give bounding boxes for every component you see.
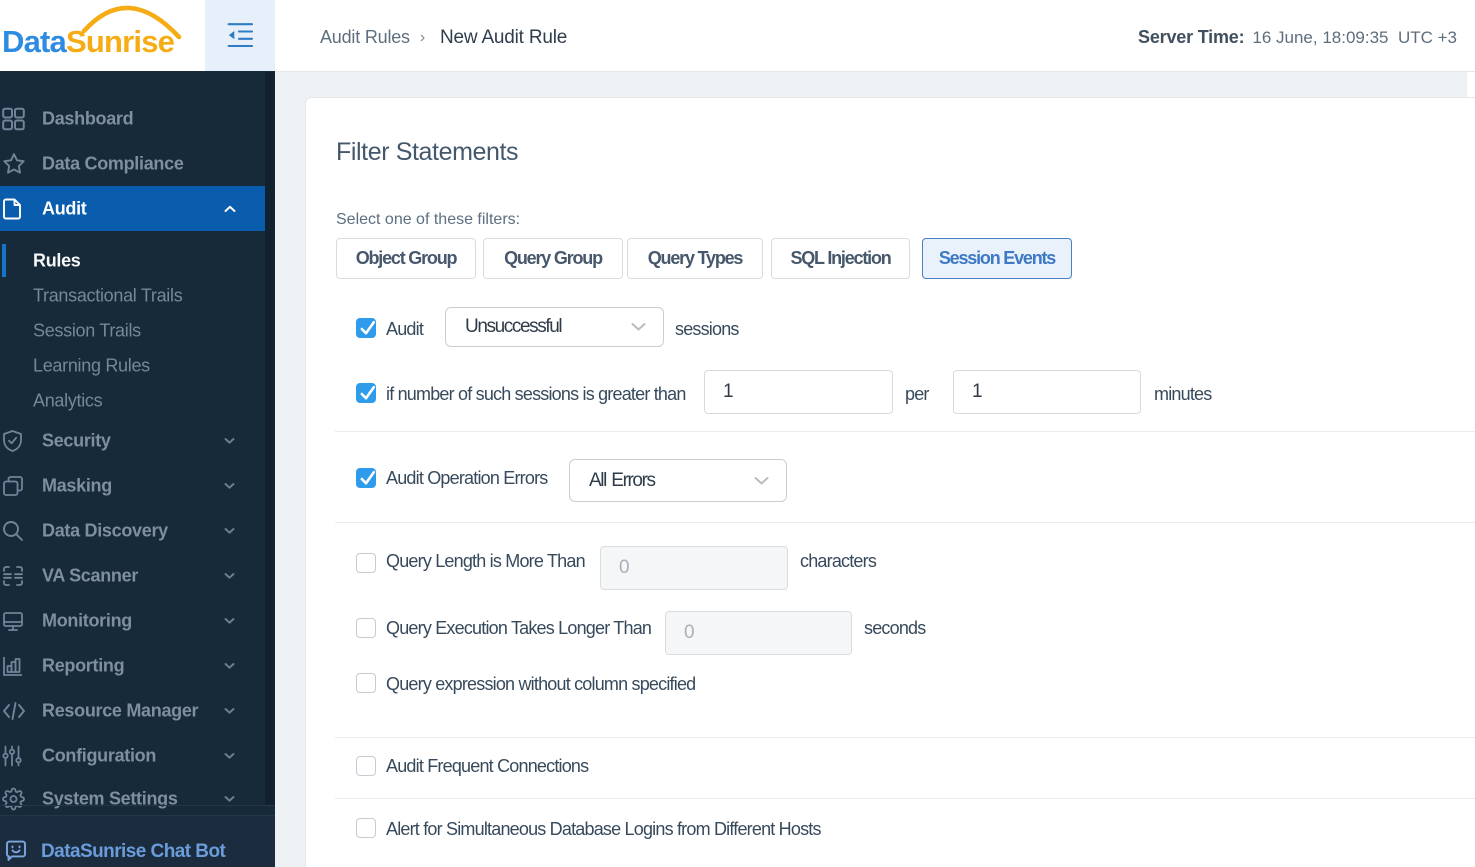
svg-text:DataSunrise: DataSunrise — [2, 24, 175, 59]
